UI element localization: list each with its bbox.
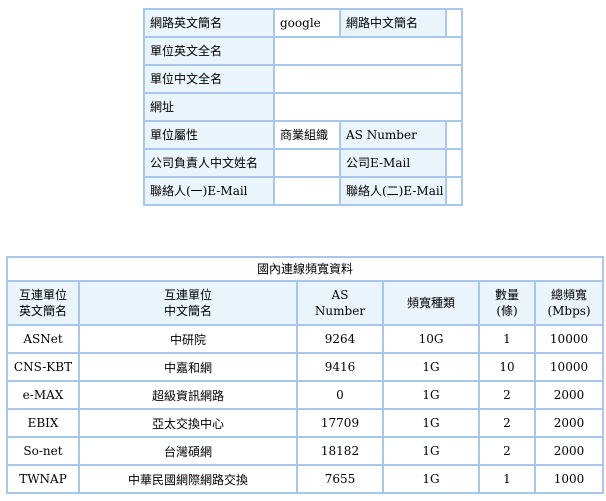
cell-total: 2000: [536, 438, 603, 464]
info-row-owner: 公司負責人中文姓名 公司E-Mail: [145, 150, 461, 176]
header-en-name: 互連單位 英文簡名: [8, 282, 78, 324]
cell-en-name: EBIX: [8, 410, 78, 436]
cell-count: 1: [480, 326, 534, 352]
header-zh-name-line1: 互連單位: [163, 288, 212, 302]
contact1-email-value: [275, 178, 339, 204]
cell-as-number: 9264: [298, 326, 382, 352]
cell-en-name: ASNet: [8, 326, 78, 352]
header-total-line2: (Mbps): [547, 304, 591, 318]
info-row-net-name: 網路英文簡名 google 網路中文簡名: [145, 10, 461, 36]
contact1-email-label: 聯絡人(一)E-Mail: [145, 178, 273, 204]
owner-zh-name-value: [275, 150, 339, 176]
as-number-value: [447, 122, 461, 148]
table-row: ASNet 中研院 9264 10G 1 10000: [8, 326, 603, 352]
cell-zh-name: 超級資訊網路: [80, 382, 296, 408]
unit-en-full-label: 單位英文全名: [145, 38, 273, 64]
unit-zh-full-label: 單位中文全名: [145, 66, 273, 92]
cell-count: 1: [480, 466, 534, 492]
cell-as-number: 0: [298, 382, 382, 408]
bandwidth-header-row: 互連單位 英文簡名 互連單位 中文簡名 AS Number 頻寬種類 數量 (條…: [8, 282, 603, 324]
owner-zh-name-label: 公司負責人中文姓名: [145, 150, 273, 176]
cell-type: 1G: [384, 438, 478, 464]
cell-count: 10: [480, 354, 534, 380]
cell-en-name: e-MAX: [8, 382, 78, 408]
cell-as-number: 18182: [298, 438, 382, 464]
cell-type: 1G: [384, 466, 478, 492]
info-row-unit-type: 單位屬性 商業組織 AS Number: [145, 122, 461, 148]
info-row-unit-en: 單位英文全名: [145, 38, 461, 64]
table-row: EBIX 亞太交換中心 17709 1G 2 2000: [8, 410, 603, 436]
contact2-email-label: 聯絡人(二)E-Mail: [341, 178, 445, 204]
cell-count: 2: [480, 410, 534, 436]
cell-total: 10000: [536, 354, 603, 380]
cell-total: 2000: [536, 410, 603, 436]
table-row: TWNAP 中華民國網際網路交換 7655 1G 1 1000: [8, 466, 603, 492]
cell-as-number: 17709: [298, 410, 382, 436]
table-row: So-net 台灣碩網 18182 1G 2 2000: [8, 438, 603, 464]
company-email-value: [447, 150, 461, 176]
cell-total: 2000: [536, 382, 603, 408]
bandwidth-table-title: 國內連線頻寬資料: [8, 258, 603, 280]
cell-total: 1000: [536, 466, 603, 492]
website-value: [275, 94, 461, 120]
cell-type: 10G: [384, 326, 478, 352]
cell-type: 1G: [384, 382, 478, 408]
unit-type-label: 單位屬性: [145, 122, 273, 148]
net-zh-short-label: 網路中文簡名: [341, 10, 445, 36]
net-zh-short-value: [447, 10, 461, 36]
header-as-line1: AS: [331, 288, 349, 302]
cell-zh-name: 台灣碩網: [80, 438, 296, 464]
header-en-name-line2: 英文簡名: [18, 304, 67, 318]
header-total-line1: 總頻寬: [551, 288, 588, 302]
network-info-table: 網路英文簡名 google 網路中文簡名 單位英文全名 單位中文全名 網址 單位…: [143, 8, 463, 206]
net-en-short-value: google: [275, 10, 339, 36]
header-zh-name: 互連單位 中文簡名: [80, 282, 296, 324]
unit-type-value: 商業組織: [275, 122, 339, 148]
header-as-number: AS Number: [298, 282, 382, 324]
header-count: 數量 (條): [480, 282, 534, 324]
cell-en-name: TWNAP: [8, 466, 78, 492]
header-total: 總頻寬 (Mbps): [536, 282, 603, 324]
contact2-email-value: [447, 178, 461, 204]
domestic-bandwidth-table: 國內連線頻寬資料 互連單位 英文簡名 互連單位 中文簡名 AS Number 頻…: [6, 256, 605, 494]
header-as-line2: Number: [314, 304, 366, 318]
header-count-line2: (條): [496, 304, 518, 318]
header-en-name-line1: 互連單位: [18, 288, 67, 302]
cell-zh-name: 中嘉和網: [80, 354, 296, 380]
info-row-contacts: 聯絡人(一)E-Mail 聯絡人(二)E-Mail: [145, 178, 461, 204]
cell-as-number: 7655: [298, 466, 382, 492]
cell-zh-name: 中研院: [80, 326, 296, 352]
cell-en-name: CNS-KBT: [8, 354, 78, 380]
header-zh-name-line2: 中文簡名: [163, 304, 212, 318]
cell-en-name: So-net: [8, 438, 78, 464]
cell-count: 2: [480, 438, 534, 464]
table-row: CNS-KBT 中嘉和網 9416 1G 10 10000: [8, 354, 603, 380]
cell-total: 10000: [536, 326, 603, 352]
bandwidth-title-row: 國內連線頻寬資料: [8, 258, 603, 280]
website-label: 網址: [145, 94, 273, 120]
info-row-website: 網址: [145, 94, 461, 120]
cell-type: 1G: [384, 354, 478, 380]
cell-as-number: 9416: [298, 354, 382, 380]
unit-zh-full-value: [275, 66, 461, 92]
company-email-label: 公司E-Mail: [341, 150, 445, 176]
info-row-unit-zh: 單位中文全名: [145, 66, 461, 92]
cell-type: 1G: [384, 410, 478, 436]
header-count-line1: 數量: [494, 288, 519, 302]
header-type: 頻寬種類: [384, 282, 478, 324]
table-row: e-MAX 超級資訊網路 0 1G 2 2000: [8, 382, 603, 408]
cell-count: 2: [480, 382, 534, 408]
cell-zh-name: 亞太交換中心: [80, 410, 296, 436]
net-en-short-label: 網路英文簡名: [145, 10, 273, 36]
as-number-label: AS Number: [341, 122, 445, 148]
unit-en-full-value: [275, 38, 461, 64]
cell-zh-name: 中華民國網際網路交換: [80, 466, 296, 492]
